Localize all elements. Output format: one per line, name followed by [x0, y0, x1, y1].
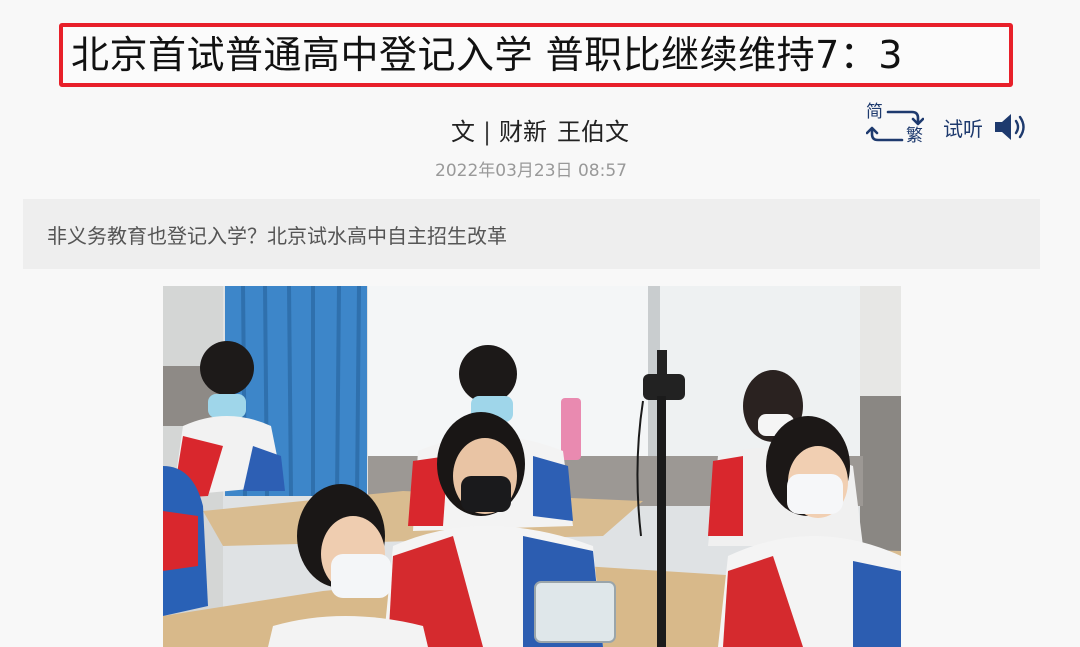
article-title: 北京首试普通高中登记入学 普职比继续维持7：3 [71, 33, 903, 77]
article-summary: 非义务教育也登记入学？北京试水高中自主招生改革 [47, 223, 507, 248]
traditional-label: 繁 [906, 126, 923, 146]
listen-label: 试听 [943, 116, 983, 141]
byline-author: 王伯文 [557, 118, 630, 146]
article-summary-box: 非义务教育也登记入学？北京试水高中自主招生改革 [23, 199, 1040, 269]
publish-date: 2022年03月23日 08:57 [435, 161, 627, 181]
classroom-photo-illustration [163, 286, 901, 647]
listen-button[interactable]: 试听 [943, 112, 1029, 142]
byline-source: 财新 [499, 118, 548, 146]
speaker-icon [995, 114, 1025, 140]
byline-prefix: 文 [450, 118, 475, 146]
byline-separator: | [482, 118, 492, 146]
simplified-label: 简 [866, 102, 883, 122]
article-photo [163, 286, 901, 647]
simplified-traditional-toggle[interactable]: 简 繁 [866, 104, 924, 148]
headline-highlight-box: 北京首试普通高中登记入学 普职比继续维持7：3 [59, 23, 1013, 87]
